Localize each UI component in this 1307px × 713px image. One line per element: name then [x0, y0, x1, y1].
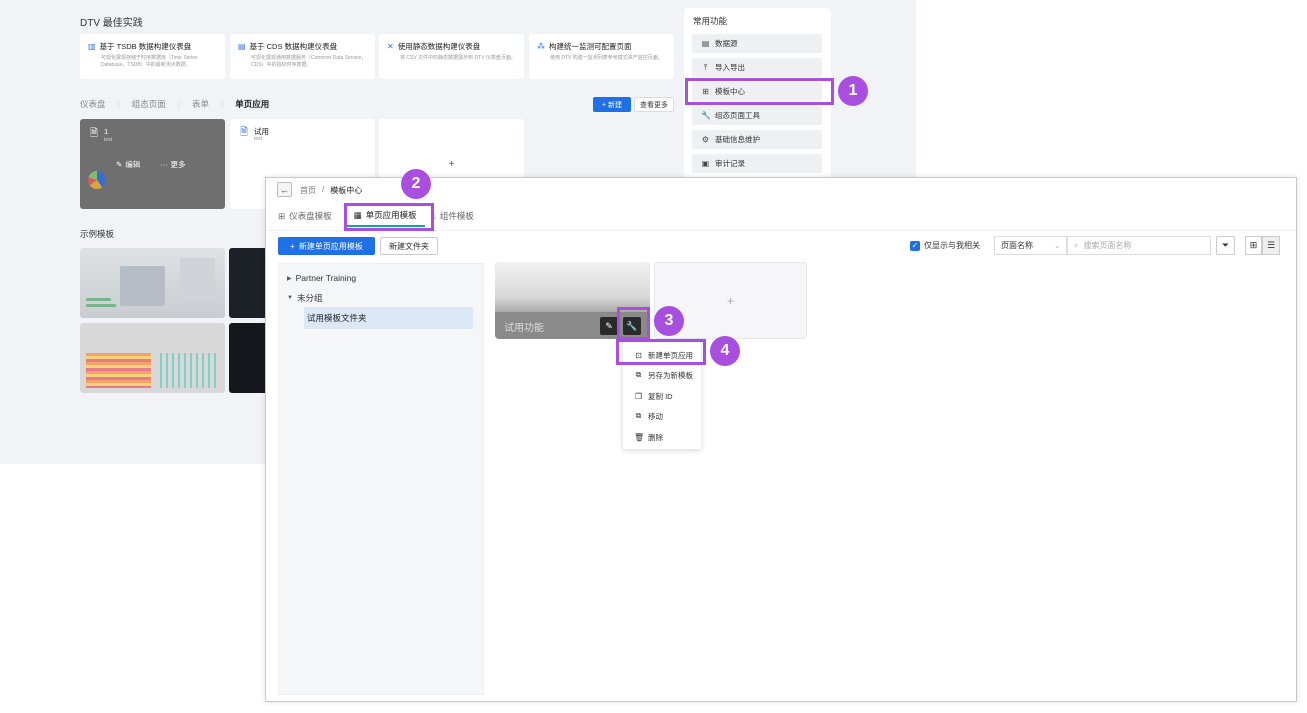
view-more-button[interactable]: 查看更多	[634, 97, 674, 112]
tree-node-ungrouped[interactable]: ▼ 未分组	[287, 292, 322, 304]
sample-templates-title: 示例模板	[80, 229, 115, 239]
menu-item-save-as-template[interactable]: ⧉ 另存为新模板	[623, 365, 701, 385]
delete-icon: 🗑	[634, 432, 645, 442]
more-action[interactable]: ··· 更多	[160, 159, 186, 170]
checkbox-checked-icon: ✓	[910, 240, 920, 251]
static-data-icon: ✕	[387, 42, 394, 51]
filter-button[interactable]: ⏷	[1216, 236, 1235, 255]
common-functions-title: 常用功能	[693, 16, 728, 26]
sample-template-thumb[interactable]	[80, 323, 225, 393]
callout-badge-2: 2	[401, 169, 431, 199]
dashboard-icon: ⊞	[278, 210, 286, 221]
tab-config-page[interactable]: 组态页面	[132, 98, 178, 110]
breadcrumb-home[interactable]: 首页	[300, 185, 316, 196]
template-center-window: ← 首页 / 模板中心 ⊞ 仪表盘模板 ▦ 单页应用模板 ⌂ 组件模板 + 新建单页应用…	[265, 177, 1297, 702]
tree-node-trial-folder[interactable]: 试用模板文件夹	[304, 307, 473, 329]
list-view-button[interactable]: ☰	[1262, 236, 1280, 255]
database-icon: ▤	[701, 39, 710, 48]
pencil-icon: ✎	[116, 160, 123, 169]
list-icon: ☰	[1266, 240, 1276, 250]
sidebar-item-datasource[interactable]: ▤ 数据源	[692, 34, 822, 53]
best-practice-card-monitor[interactable]: ⁂ 构建统一监测可配置页面 使用 DTV 构建一监测列表参考模式资产监控页面。	[529, 34, 674, 79]
new-single-page-template-button[interactable]: + 新建单页应用模板	[278, 237, 375, 255]
dashboard-card-1[interactable]: 🗎 1 test ✎ 编辑 ··· 更多	[80, 119, 225, 209]
callout-badge-3: 3	[654, 306, 684, 336]
breadcrumb-current: 模板中心	[330, 186, 363, 195]
copy-icon: ❐	[634, 391, 643, 401]
only-mine-checkbox[interactable]: ✓ 仅显示与我相关	[910, 240, 980, 251]
save-as-icon: ⧉	[635, 370, 642, 379]
tab-dashboard-templates[interactable]: ⊞ 仪表盘模板	[278, 205, 340, 227]
chevron-down-icon: ⌄	[1054, 242, 1060, 250]
callout-badge-1: 1	[838, 76, 868, 106]
sort-select[interactable]: 页面名称 ⌄	[994, 236, 1067, 255]
pencil-icon: ✎	[605, 320, 613, 331]
callout-highlight-3	[617, 307, 650, 340]
new-folder-button[interactable]: 新建文件夹	[380, 237, 438, 255]
caret-right-icon: ▶	[287, 275, 292, 282]
settings-icon: ⚙	[701, 135, 710, 144]
back-button[interactable]: ←	[277, 182, 292, 197]
best-practice-card-cds[interactable]: ▤ 基于 CDS 数据构建仪表盘 可现化展现通用数据服务（Common Data …	[230, 34, 375, 79]
sidebar-item-import-export[interactable]: ⤒ 导入导出	[692, 58, 822, 77]
sample-template-thumb[interactable]	[229, 323, 269, 393]
upload-icon: ⤒	[703, 62, 708, 72]
folder-tree: ▶ Partner Training ▼ 未分组 试用模板文件夹	[278, 263, 484, 695]
callout-highlight-2	[344, 203, 434, 231]
best-practice-card-static[interactable]: ✕ 使用静态数据构建仪表盘 将 CSV 文件中的静态数据展示到 DTV 仪表盘页面…	[379, 34, 524, 79]
arrow-left-icon: ←	[280, 184, 289, 195]
thumbnail-pie	[88, 171, 106, 189]
tab-dashboard[interactable]: 仪表盘	[80, 98, 118, 110]
grid-icon: ⊞	[1249, 240, 1258, 250]
search-input[interactable]: ⌕ 搜索页面名称	[1067, 236, 1211, 255]
callout-highlight-4	[616, 339, 706, 365]
plus-icon: +	[290, 241, 295, 251]
cds-icon: ▤	[238, 42, 246, 51]
template-name: 试用功能	[504, 323, 544, 334]
caret-down-icon: ▼	[287, 295, 293, 301]
callout-badge-4: 4	[710, 336, 740, 366]
sidebar-item-basic-info[interactable]: ⚙ 基础信息维护	[692, 130, 822, 149]
menu-item-move[interactable]: ⧉ 移动	[623, 406, 701, 426]
callout-highlight-1	[685, 78, 834, 105]
audit-icon: ▣	[701, 159, 710, 168]
wrench-icon: 🔧	[701, 111, 711, 120]
document-icon: 🗎	[90, 128, 99, 139]
move-icon: ⧉	[635, 411, 642, 420]
sample-template-thumb[interactable]	[80, 248, 225, 318]
content-type-tabs: 仪表盘 | 组态页面 | 表单 | 单页应用	[80, 98, 281, 110]
edit-action[interactable]: ✎ 编辑	[116, 159, 140, 170]
sidebar-item-audit[interactable]: ▣ 审计记录	[692, 154, 822, 173]
best-practice-card-tsdb[interactable]: ▥ 基于 TSDB 数据构建仪表盘 可现化展现存储于时序数据库（Time Seri…	[80, 34, 225, 79]
tab-form[interactable]: 表单	[192, 98, 221, 110]
menu-item-delete[interactable]: 🗑 删除	[623, 427, 701, 447]
template-thumbnail	[495, 262, 650, 312]
sample-template-thumb[interactable]	[229, 248, 269, 318]
document-icon: 🗎	[240, 127, 249, 138]
breadcrumb: 首页 / 模板中心	[300, 185, 363, 196]
tree-node-partner-training[interactable]: ▶ Partner Training	[287, 273, 356, 283]
best-practice-title: DTV 最佳实践	[80, 18, 143, 29]
sidebar-item-config-tools[interactable]: 🔧 组态页面工具	[692, 106, 822, 125]
tsdb-icon: ▥	[88, 42, 96, 51]
grid-view-button[interactable]: ⊞	[1245, 236, 1262, 255]
ellipsis-icon: ···	[160, 160, 168, 169]
menu-item-copy-id[interactable]: ❐ 复制 ID	[623, 386, 701, 406]
template-edit-button[interactable]: ✎	[600, 317, 618, 335]
tab-single-page[interactable]: 单页应用	[235, 98, 281, 110]
search-icon: ⌕	[1074, 240, 1079, 250]
monitor-icon: ⁂	[537, 42, 545, 51]
tab-component-templates[interactable]: ⌂ 组件模板	[431, 205, 482, 227]
new-button[interactable]: + 新建	[593, 97, 631, 112]
filter-icon: ⏷	[1221, 240, 1230, 250]
